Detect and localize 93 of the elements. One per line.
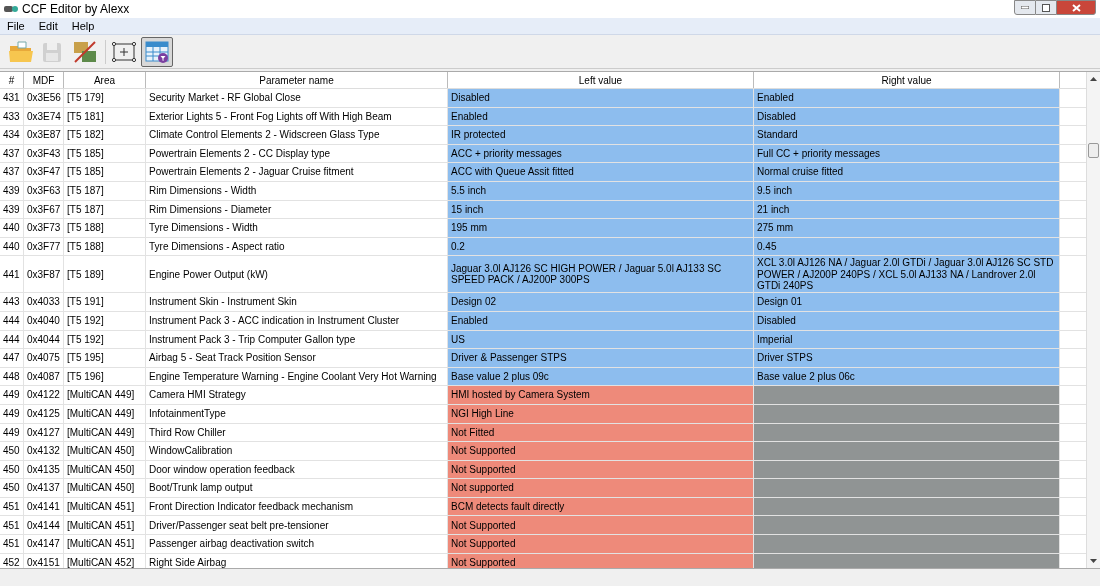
table-cell: 0x3E56 (24, 89, 64, 107)
table-cell: 431 (0, 89, 24, 107)
table-cell: [T5 182] (64, 126, 146, 144)
value-cell: Not Supported (448, 535, 754, 553)
table-cell: Passenger airbag deactivation switch (146, 535, 448, 553)
table-cell: 0x4132 (24, 442, 64, 460)
table-cell: 0x4137 (24, 479, 64, 497)
table-cell: Camera HMI Strategy (146, 386, 448, 404)
table-cell: [T5 191] (64, 293, 146, 311)
table-cell: 451 (0, 516, 24, 535)
value-cell: Driver STPS (754, 349, 1060, 367)
value-cell: Not Supported (448, 442, 754, 460)
close-button[interactable] (1056, 0, 1096, 15)
table-cell: 437 (0, 163, 24, 181)
table-cell: 450 (0, 442, 24, 460)
value-cell: Jaguar 3.0l AJ126 SC HIGH POWER / Jaguar 5.0l AJ133 SC SPEED PACK / AJ200P 300PS (448, 256, 754, 293)
value-cell: Standard (754, 126, 1060, 144)
table-cell: [T5 189] (64, 256, 146, 293)
table-cell: Climate Control Elements 2 - Widscreen Glass Type (146, 126, 448, 144)
value-cell: 195 mm (448, 219, 754, 237)
column-header[interactable]: # (0, 72, 24, 88)
toolbar-button[interactable] (141, 36, 173, 67)
value-cell: ACC with Queue Assit fitted (448, 163, 754, 181)
menu-item[interactable]: Help (64, 17, 102, 35)
maximize-button[interactable] (1036, 0, 1056, 15)
column-header[interactable]: Left value (448, 72, 754, 88)
move-frame-icon (111, 39, 137, 64)
value-cell: Disabled (448, 89, 754, 107)
table-cell: 0x3F87 (24, 256, 64, 293)
table-cell: [T5 188] (64, 219, 146, 237)
value-cell: IR protected (448, 126, 754, 144)
table-cell: 450 (0, 479, 24, 497)
table-cell: 0x3F47 (24, 163, 64, 181)
compare-icon (72, 39, 98, 64)
column-header[interactable]: Right value (754, 72, 1060, 88)
close-icon (1071, 3, 1081, 12)
column-header[interactable]: Area (64, 72, 146, 88)
table-cell: 0x4033 (24, 293, 64, 311)
table-cell: 0x4075 (24, 349, 64, 367)
table-cell: Airbag 5 - Seat Track Position Sensor (146, 349, 448, 367)
table-cell: [T5 179] (64, 89, 146, 107)
value-cell: Not supported (448, 479, 754, 497)
column-header[interactable]: Parameter name (146, 72, 448, 88)
window-title: CCF Editor by Alexx (22, 1, 130, 18)
value-cell: XCL 3.0l AJ126 NA / Jaguar 2.0l GTDi / Jaguar 3.0l AJ126 SC STD POWER / AJ200P 240PS / XCL 5.0l AJ133 NA / Landrover 2.0l GTDi 240PS (754, 256, 1060, 293)
table-cell: [T5 185] (64, 163, 146, 181)
value-cell: Enabled (754, 89, 1060, 107)
table-cell: Security Market - RF Global Close (146, 89, 448, 107)
menu-item[interactable]: File (0, 17, 32, 35)
folder-icon (8, 39, 34, 64)
table-cell: [MultiCAN 451] (64, 535, 146, 553)
table-cell: 447 (0, 349, 24, 367)
table-cell: [MultiCAN 450] (64, 442, 146, 460)
restore-icon (1042, 3, 1050, 12)
table-cell: 0x4122 (24, 386, 64, 404)
table-cell: [MultiCAN 451] (64, 516, 146, 535)
table-cell: 440 (0, 219, 24, 237)
table-cell: 451 (0, 535, 24, 553)
value-cell: Normal cruise fitted (754, 163, 1060, 181)
table-cell: Boot/Trunk lamp output (146, 479, 448, 497)
table-cell: 0x4147 (24, 535, 64, 553)
scrollbar[interactable] (1086, 72, 1100, 568)
menu-item[interactable]: Edit (31, 17, 65, 35)
scroll-up-icon (1090, 77, 1097, 81)
table-cell: 441 (0, 256, 24, 293)
table-cell: 0x4144 (24, 516, 64, 535)
value-cell: Design 02 (448, 293, 754, 311)
table-filter-icon (144, 39, 170, 64)
value-cell: Driver & Passenger STPS (448, 349, 754, 367)
table-cell: Instrument Skin - Instrument Skin (146, 293, 448, 311)
table-cell: Engine Power Output (kW) (146, 256, 448, 293)
column-header[interactable]: MDF (24, 72, 64, 88)
table-cell: Driver/Passenger seat belt pre-tensioner (146, 516, 448, 535)
table-cell: [MultiCAN 449] (64, 386, 146, 404)
scroll-down-icon (1090, 559, 1097, 563)
value-cell: Not Supported (448, 516, 754, 535)
scroll-thumb[interactable] (1088, 143, 1099, 158)
table-cell: Powertrain Elements 2 - Jaguar Cruise fitment (146, 163, 448, 181)
app-icon (4, 5, 18, 13)
value-cell: HMI hosted by Camera System (448, 386, 754, 404)
minimize-button[interactable] (1014, 0, 1036, 15)
table-cell: 0x3F73 (24, 219, 64, 237)
table-cell: WindowCalibration (146, 442, 448, 460)
table-cell: 0x3E87 (24, 126, 64, 144)
minimize-icon (1021, 6, 1029, 9)
table-cell: [T5 195] (64, 349, 146, 367)
table-cell: [MultiCAN 450] (64, 479, 146, 497)
value-cell: Design 01 (754, 293, 1060, 311)
table-cell: 434 (0, 126, 24, 144)
table-cell: Tyre Dimensions - Width (146, 219, 448, 237)
table-cell: 449 (0, 386, 24, 404)
table-cell: 443 (0, 293, 24, 311)
value-cell: 275 mm (754, 219, 1060, 237)
